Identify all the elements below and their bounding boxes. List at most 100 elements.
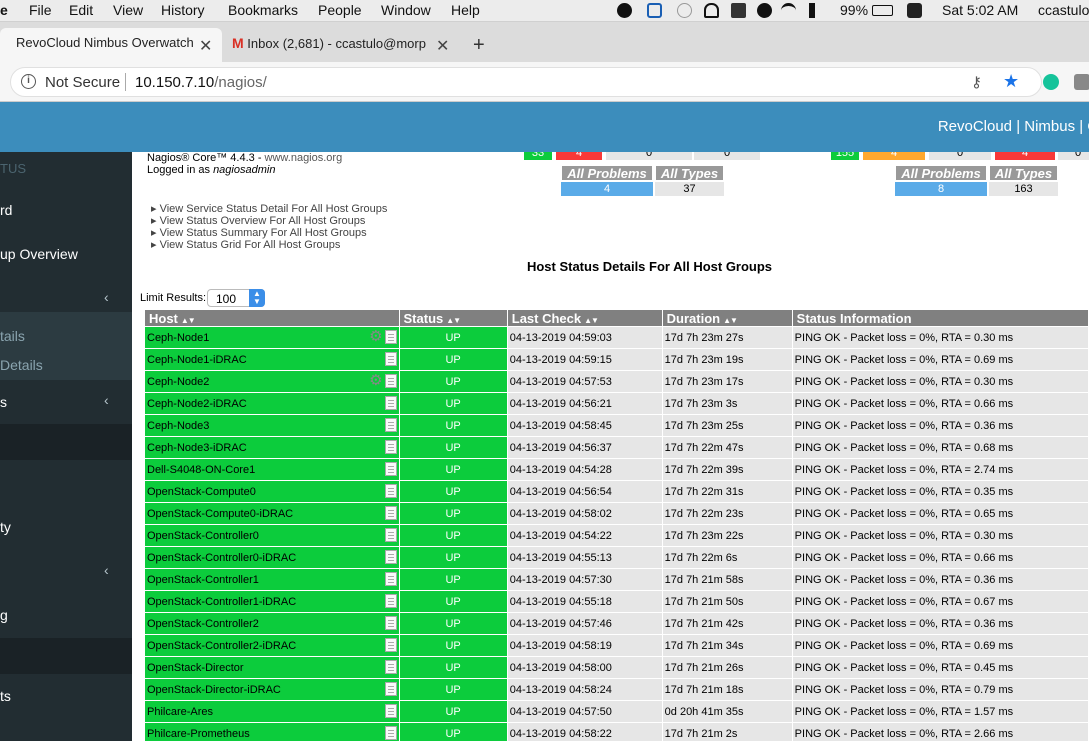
tab-inbox[interactable]: M Inbox (2,681) - ccastulo@morp ✕ (222, 28, 462, 62)
close-icon[interactable]: ✕ (436, 36, 449, 56)
input-source-icon[interactable] (907, 3, 922, 18)
document-icon[interactable] (384, 352, 397, 366)
host-all-types-count[interactable]: 37 (655, 182, 724, 196)
close-icon[interactable]: ✕ (199, 36, 212, 56)
host-cell[interactable]: OpenStack-Controller0 (145, 525, 399, 547)
host-cell[interactable]: Ceph-Node1 ⚙ (145, 327, 399, 349)
lock-icon[interactable] (704, 3, 719, 18)
document-icon[interactable] (384, 572, 397, 586)
document-icon[interactable] (384, 374, 397, 388)
select-arrows-icon[interactable]: ▲ ▼ (249, 289, 265, 307)
sidebar-item-config[interactable]: g (0, 607, 8, 623)
host-name-link[interactable]: OpenStack-Controller2-iDRAC (147, 640, 296, 652)
sidebar-item-availability[interactable]: ty (0, 519, 11, 535)
host-cell[interactable]: Ceph-Node3 (145, 415, 399, 437)
extension-icon[interactable] (1074, 74, 1089, 90)
circle-w-icon[interactable] (677, 3, 692, 18)
host-cell[interactable]: Philcare-Ares (145, 701, 399, 723)
document-icon[interactable] (384, 550, 397, 564)
key-icon[interactable]: ⚷ (971, 73, 982, 91)
sidebar-item-service-details[interactable]: tails (0, 328, 25, 344)
host-name-link[interactable]: OpenStack-Compute0 (147, 486, 256, 498)
sidebar-item-dashboard[interactable]: rd (0, 202, 12, 218)
column-header-status[interactable]: Status ▲▼ (399, 310, 507, 327)
app-title[interactable]: RevoCloud | Nimbus | O (938, 118, 1089, 135)
host-name-link[interactable]: Dell-S4048-ON-Core1 (147, 464, 255, 476)
sort-icon[interactable]: ▲▼ (181, 316, 196, 325)
document-icon[interactable] (384, 682, 397, 696)
document-icon[interactable] (384, 726, 397, 740)
host-cell[interactable]: Dell-S4048-ON-Core1 (145, 459, 399, 481)
document-icon[interactable] (384, 330, 397, 344)
host-cell[interactable]: OpenStack-Controller1 (145, 569, 399, 591)
host-name-link[interactable]: Philcare-Prometheus (147, 728, 250, 740)
menu-bookmarks[interactable]: Bookmarks (228, 2, 298, 18)
link-status-grid[interactable]: ▸ View Status Grid For All Host Groups (151, 238, 340, 251)
menu-view[interactable]: View (113, 2, 143, 18)
host-cell[interactable]: OpenStack-Compute0 (145, 481, 399, 503)
host-unreachable-count[interactable]: 0 (606, 152, 692, 160)
document-icon[interactable] (384, 396, 397, 410)
document-icon[interactable] (384, 660, 397, 674)
column-header-last-check[interactable]: Last Check ▲▼ (507, 310, 662, 327)
host-cell[interactable]: OpenStack-Director-iDRAC (145, 679, 399, 701)
document-icon[interactable] (384, 506, 397, 520)
sort-icon[interactable]: ▲▼ (723, 316, 738, 325)
column-header-status-information[interactable]: Status Information (792, 310, 1088, 327)
service-ok-count[interactable]: 155 (831, 152, 859, 160)
volume-icon[interactable] (809, 3, 819, 18)
app-menu[interactable]: e (0, 2, 8, 18)
column-header-duration[interactable]: Duration ▲▼ (662, 310, 792, 327)
host-cell[interactable]: OpenStack-Controller2 (145, 613, 399, 635)
omnibox[interactable]: i Not Secure 10.150.7.10/nagios/ ⚷ ★ (10, 67, 1042, 97)
chevron-left-icon[interactable]: ‹ (104, 562, 109, 578)
document-icon[interactable] (384, 418, 397, 432)
host-cell[interactable]: OpenStack-Controller2-iDRAC (145, 635, 399, 657)
service-warning-count[interactable]: 4 (863, 152, 925, 160)
limit-select[interactable]: 100 ▲ ▼ (207, 289, 265, 307)
host-name-link[interactable]: OpenStack-Director (147, 662, 244, 674)
service-critical-count[interactable]: 4 (995, 152, 1055, 160)
skype-icon[interactable] (757, 3, 772, 18)
document-icon[interactable] (384, 528, 397, 542)
sidebar-item-reports[interactable]: ts (0, 688, 11, 704)
host-cell[interactable]: Ceph-Node3-iDRAC (145, 437, 399, 459)
column-header-host[interactable]: Host ▲▼ (145, 310, 399, 327)
menu-people[interactable]: People (318, 2, 362, 18)
sidebar-item-group-overview[interactable]: up Overview (0, 246, 78, 262)
document-icon[interactable] (384, 462, 397, 476)
teamviewer-icon[interactable] (647, 3, 662, 18)
menu-file[interactable]: File (29, 2, 52, 18)
host-pending-count[interactable]: 0 (694, 152, 760, 160)
host-cell[interactable]: Ceph-Node1-iDRAC (145, 349, 399, 371)
service-all-problems-count[interactable]: 8 (895, 182, 987, 196)
security-label[interactable]: Not Secure (45, 74, 120, 91)
viber-icon[interactable] (617, 3, 632, 18)
sidebar-item-host-details[interactable]: Details (0, 357, 43, 373)
host-name-link[interactable]: OpenStack-Compute0-iDRAC (147, 508, 293, 520)
host-name-link[interactable]: OpenStack-Controller0 (147, 530, 259, 542)
host-cell[interactable]: OpenStack-Controller0-iDRAC (145, 547, 399, 569)
wifi-icon[interactable] (781, 3, 796, 18)
service-unknown-count[interactable]: 0 (929, 152, 991, 160)
sort-icon[interactable]: ▲▼ (446, 316, 461, 325)
grammarly-icon[interactable] (1043, 74, 1059, 90)
host-name-link[interactable]: Ceph-Node1-iDRAC (147, 354, 247, 366)
host-name-link[interactable]: OpenStack-Controller1 (147, 574, 259, 586)
new-tab-button[interactable]: + (473, 34, 485, 57)
document-icon[interactable] (384, 616, 397, 630)
sidebar-item-problems[interactable]: s (0, 394, 7, 410)
document-icon[interactable] (384, 484, 397, 498)
star-icon[interactable]: ★ (1003, 71, 1019, 92)
info-icon[interactable]: i (21, 74, 36, 89)
document-icon[interactable] (384, 440, 397, 454)
host-name-link[interactable]: OpenStack-Controller1-iDRAC (147, 596, 296, 608)
user-name[interactable]: ccastulo (1038, 2, 1089, 18)
tab-nagios[interactable]: RevoCloud Nimbus Overwatch ✕ (0, 28, 222, 62)
document-icon[interactable] (384, 594, 397, 608)
clock[interactable]: Sat 5:02 AM (942, 2, 1018, 18)
host-name-link[interactable]: OpenStack-Director-iDRAC (147, 684, 281, 696)
document-icon[interactable] (384, 704, 397, 718)
host-name-link[interactable]: OpenStack-Controller2 (147, 618, 259, 630)
battery-icon[interactable] (872, 5, 893, 16)
